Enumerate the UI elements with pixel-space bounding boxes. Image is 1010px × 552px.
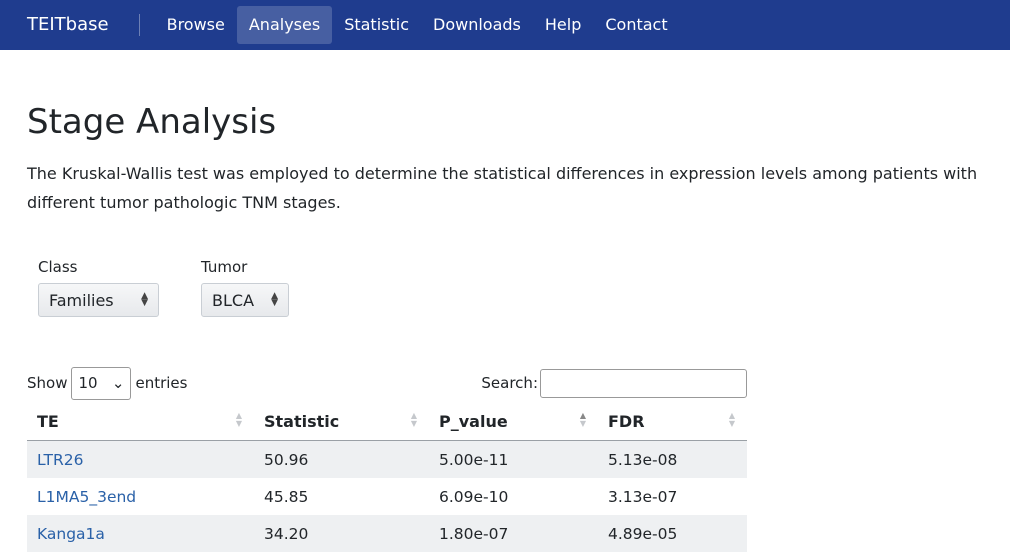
nav-menu: Browse Analyses Statistic Downloads Help… (155, 6, 680, 44)
sort-asc-icon: ▲ ▼ (579, 411, 586, 428)
te-cell: Kanga1a (27, 515, 254, 552)
tumor-label: Tumor (201, 258, 248, 276)
te-link[interactable]: Kanga1a (37, 525, 105, 543)
table-header-row: TE ▲ ▼ Statistic ▲ ▼ P_value ▲ ▼ FDR ▲ ▼ (27, 402, 747, 441)
page-length-value: 10 (78, 374, 98, 392)
main-content: Stage Analysis The Kruskal-Wallis test w… (0, 50, 1010, 552)
nav-help[interactable]: Help (533, 6, 593, 44)
tumor-select-value: BLCA (212, 290, 255, 310)
top-navbar: TEITbase Browse Analyses Statistic Downl… (0, 0, 1010, 50)
class-label: Class (38, 258, 78, 276)
p-value-cell: 6.09e-10 (439, 487, 509, 506)
updown-arrows-icon: ▲ ▼ (141, 291, 148, 308)
page-description: The Kruskal-Wallis test was employed to … (27, 164, 978, 212)
table-row: LTR26 50.96 5.00e-11 5.13e-08 (27, 440, 747, 478)
tumor-select[interactable]: BLCA ▲ ▼ (201, 283, 289, 317)
nav-browse[interactable]: Browse (155, 6, 237, 44)
results-table: TE ▲ ▼ Statistic ▲ ▼ P_value ▲ ▼ FDR ▲ ▼ LTR26 5… (27, 402, 747, 552)
page-length-control: Show 10 ⌄ entries (27, 366, 188, 400)
updown-arrows-icon: ▲ ▼ (271, 291, 278, 308)
results-table-wrapper: Show 10 ⌄ entries Search: TE ▲ ▼ Statistic… (27, 366, 747, 552)
nav-analyses[interactable]: Analyses (236, 6, 333, 44)
table-row: L1MA5_3end 45.85 6.09e-10 3.13e-07 (27, 478, 747, 515)
table-row: Kanga1a 34.20 1.80e-07 4.89e-05 (27, 515, 747, 552)
p-value-cell: 1.80e-07 (429, 515, 598, 552)
p-value-cell: 5.00e-11 (429, 440, 598, 478)
te-link[interactable]: L1MA5_3end (37, 488, 136, 506)
nav-contact[interactable]: Contact (593, 6, 679, 44)
table-controls: Show 10 ⌄ entries Search: (27, 366, 747, 400)
brand-logo[interactable]: TEITbase (27, 14, 140, 36)
sort-icon: ▲ ▼ (728, 411, 735, 428)
statistic-cell: 34.20 (254, 515, 429, 552)
class-select[interactable]: Families ▲ ▼ (38, 283, 159, 317)
search-control: Search: (481, 368, 747, 398)
filter-bar: Class Families ▲ ▼ Tumor BLCA ▲ ▼ (38, 258, 1010, 317)
sort-icon: ▲ ▼ (410, 411, 417, 428)
column-header-p-value[interactable]: P_value ▲ ▼ (429, 402, 598, 441)
show-label: Show (27, 374, 68, 392)
te-cell: L1MA5_3end (27, 478, 254, 515)
class-select-value: Families (49, 290, 114, 310)
statistic-cell: 50.96 (254, 440, 429, 478)
fdr-cell: 3.13e-07 (608, 487, 678, 506)
statistic-cell: 45.85 (264, 487, 309, 506)
page-length-select[interactable]: 10 ⌄ (71, 366, 132, 400)
page-title: Stage Analysis (27, 102, 277, 142)
nav-statistic[interactable]: Statistic (332, 6, 421, 44)
nav-downloads[interactable]: Downloads (421, 6, 533, 44)
column-header-fdr[interactable]: FDR ▲ ▼ (598, 402, 747, 441)
fdr-cell: 5.13e-08 (598, 440, 747, 478)
chevron-down-icon: ⌄ (111, 374, 125, 392)
tumor-filter: Tumor BLCA ▲ ▼ (201, 258, 289, 317)
column-header-te[interactable]: TE ▲ ▼ (27, 402, 254, 441)
te-cell: LTR26 (27, 440, 254, 478)
search-input[interactable] (540, 368, 747, 398)
entries-label: entries (135, 374, 188, 392)
class-filter: Class Families ▲ ▼ (38, 258, 159, 317)
fdr-cell: 4.89e-05 (598, 515, 747, 552)
search-label: Search: (481, 374, 538, 392)
te-link[interactable]: LTR26 (37, 451, 83, 469)
column-header-statistic[interactable]: Statistic ▲ ▼ (254, 402, 429, 441)
sort-icon: ▲ ▼ (235, 411, 242, 428)
